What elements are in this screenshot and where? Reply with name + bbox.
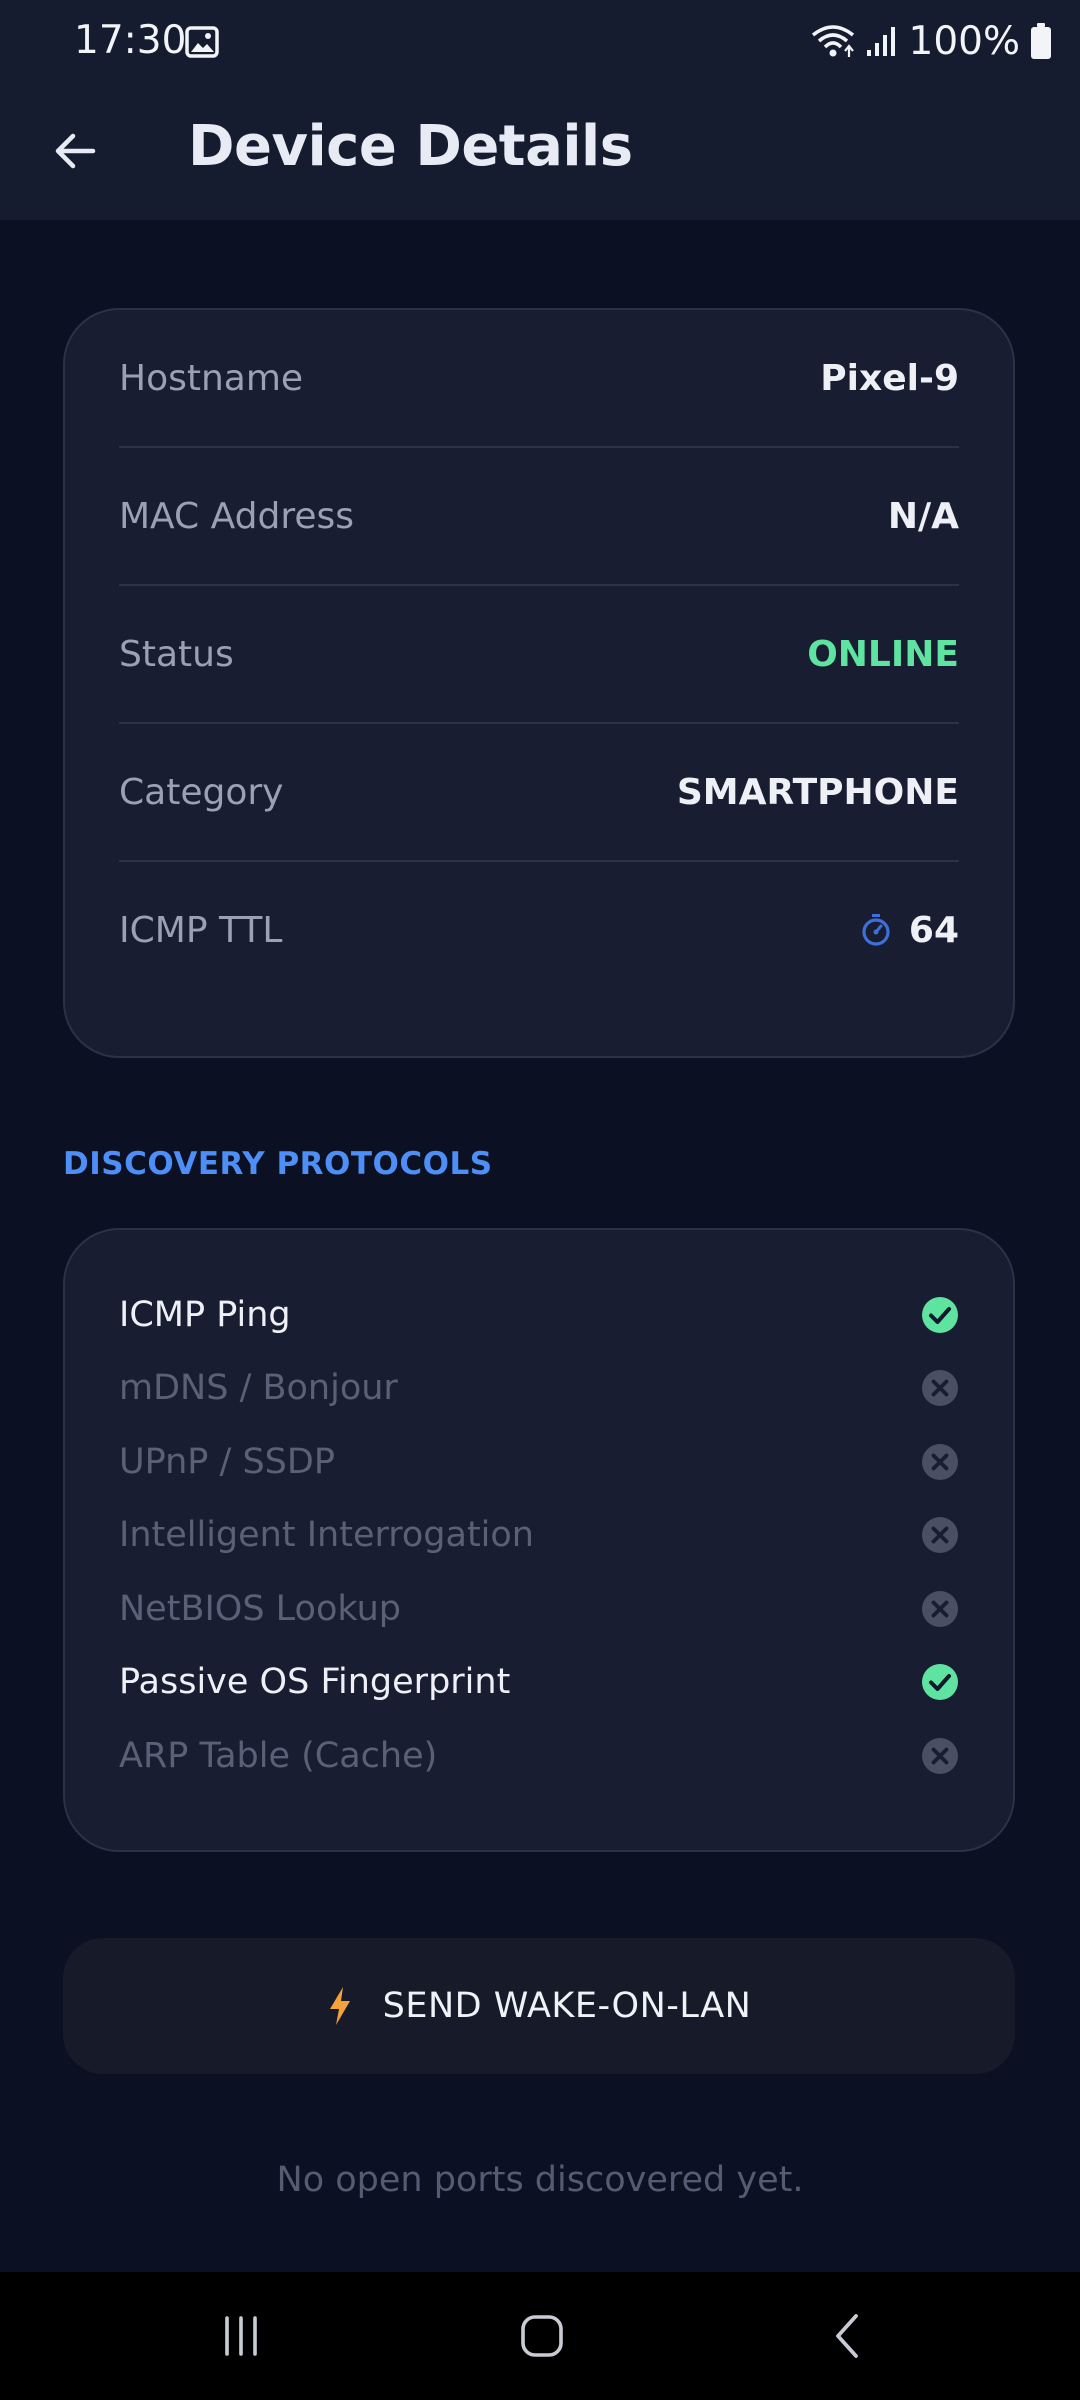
protocol-label: UPnP / SSDP: [119, 1441, 335, 1482]
protocol-label: ICMP Ping: [119, 1294, 291, 1335]
no-open-ports-message: No open ports discovered yet.: [276, 2160, 804, 2200]
timer-icon: [862, 914, 890, 946]
back-nav-icon: [836, 2314, 858, 2358]
status-value: ONLINE: [807, 633, 959, 675]
device-details-card: Hostname Pixel-9 MAC Address N/A Status …: [63, 308, 1015, 1058]
battery-icon: [1031, 23, 1051, 59]
protocol-row-icmp-ping: ICMP Ping: [119, 1278, 959, 1352]
send-wake-on-lan-button[interactable]: SEND WAKE-ON-LAN: [63, 1938, 1015, 2074]
ttl-value-group: 64: [861, 910, 959, 951]
wake-on-lan-label: SEND WAKE-ON-LAN: [382, 1986, 752, 2026]
detail-row-hostname: Hostname Pixel-9: [119, 310, 959, 448]
status-time: 17:30: [74, 18, 187, 63]
battery-percent: 100%: [908, 18, 1021, 64]
detail-row-mac: MAC Address N/A: [119, 448, 959, 586]
page-title: Device Details: [188, 114, 633, 179]
protocol-row-mdns: mDNS / Bonjour: [119, 1352, 959, 1426]
check-circle-icon: [922, 1664, 958, 1701]
protocol-row-arp-table: ARP Table (Cache): [119, 1719, 959, 1793]
protocol-label: ARP Table (Cache): [119, 1735, 438, 1776]
x-circle-icon: [922, 1737, 958, 1774]
detail-row-ttl: ICMP TTL 64: [119, 862, 959, 998]
back-nav-button[interactable]: [807, 2296, 887, 2376]
status-icons: 100%: [811, 16, 1053, 66]
x-circle-icon: [922, 1370, 958, 1407]
detail-row-category: Category SMARTPHONE: [119, 724, 959, 862]
detail-label: Hostname: [119, 357, 304, 399]
arrow-left-icon: [55, 133, 96, 169]
x-circle-icon: [922, 1517, 958, 1554]
wifi-icon: [811, 25, 854, 57]
app-bar: Device Details: [0, 86, 1080, 220]
discovery-protocols-heading: DISCOVERY PROTOCOLS: [63, 1146, 493, 1182]
protocol-row-passive-os: Passive OS Fingerprint: [119, 1646, 959, 1720]
back-button[interactable]: [40, 116, 110, 186]
home-icon: [521, 2315, 563, 2357]
recents-icon: [225, 2316, 257, 2356]
status-bar: 17:30 100%: [0, 0, 1080, 86]
x-circle-icon: [922, 1590, 958, 1627]
detail-label: ICMP TTL: [119, 909, 283, 951]
ttl-value: 64: [908, 909, 959, 951]
detail-label: Category: [119, 771, 284, 813]
category-value: SMARTPHONE: [676, 771, 959, 813]
protocol-row-netbios: NetBIOS Lookup: [119, 1572, 959, 1646]
detail-label: MAC Address: [119, 495, 355, 537]
protocol-label: Passive OS Fingerprint: [119, 1662, 511, 1703]
protocol-row-upnp: UPnP / SSDP: [119, 1425, 959, 1499]
signal-icon: [866, 27, 895, 56]
recents-button[interactable]: [201, 2296, 281, 2376]
hostname-value: Pixel-9: [820, 357, 959, 399]
check-circle-icon: [922, 1296, 958, 1333]
home-button[interactable]: [502, 2296, 582, 2376]
system-nav-bar: [0, 2272, 1080, 2400]
discovery-protocols-card: ICMP Ping mDNS / Bonjour UPnP / SSDP Int…: [63, 1228, 1015, 1852]
x-circle-icon: [922, 1443, 958, 1480]
mac-address-value: N/A: [887, 495, 959, 537]
protocol-label: Intelligent Interrogation: [119, 1515, 534, 1556]
protocol-label: NetBIOS Lookup: [119, 1588, 401, 1629]
detail-label: Status: [119, 633, 234, 675]
detail-row-status: Status ONLINE: [119, 586, 959, 724]
protocol-label: mDNS / Bonjour: [119, 1368, 398, 1409]
bolt-icon: [329, 1987, 350, 2025]
image-icon: [185, 26, 219, 58]
protocol-row-intelligent-interrogation: Intelligent Interrogation: [119, 1499, 959, 1573]
